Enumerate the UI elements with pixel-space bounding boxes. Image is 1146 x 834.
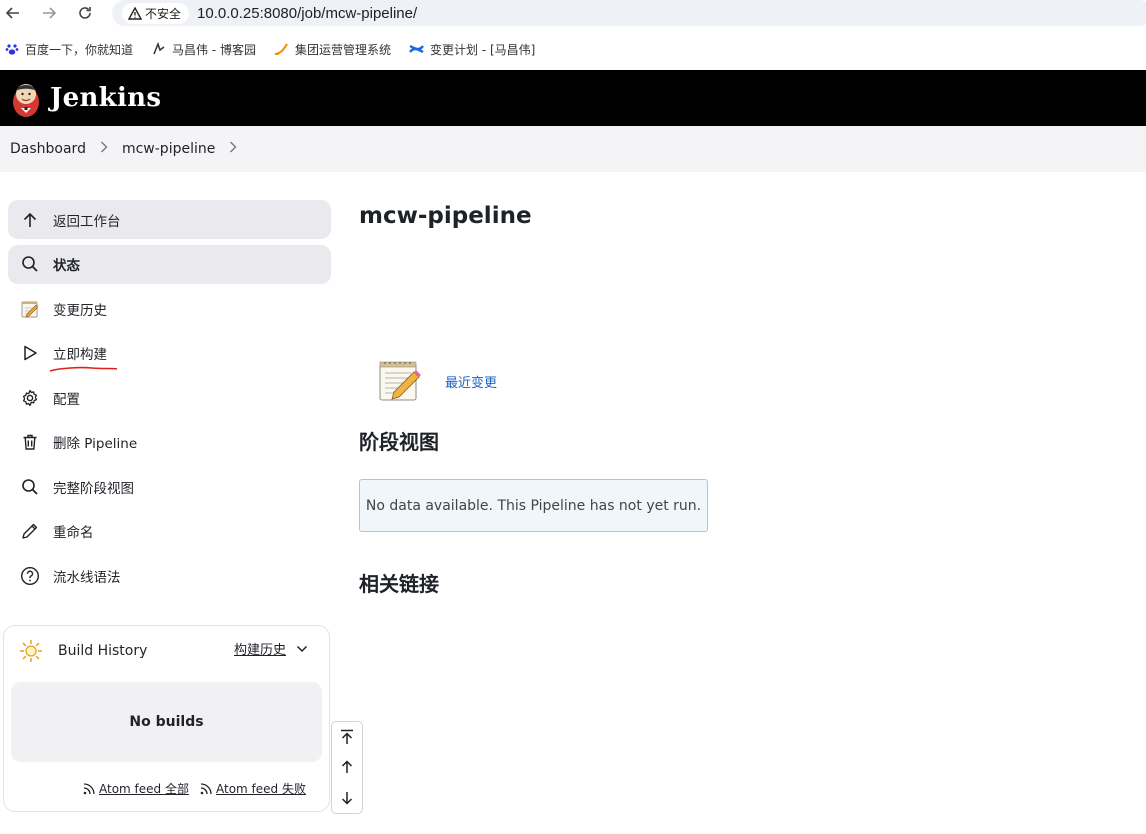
bookmark-change-plan[interactable]: 变更计划 - [马昌伟] bbox=[409, 41, 535, 58]
task-label: 配置 bbox=[53, 391, 80, 408]
arrow-up-icon bbox=[20, 210, 40, 230]
task-rename[interactable]: 重命名 bbox=[8, 512, 331, 551]
breadcrumb: Dashboard mcw-pipeline bbox=[0, 126, 1146, 172]
confluence-icon bbox=[409, 42, 424, 57]
back-arrow-icon[interactable] bbox=[2, 2, 24, 24]
build-history-header: Build History bbox=[18, 638, 147, 664]
reload-icon[interactable] bbox=[74, 2, 96, 24]
task-label: 返回工作台 bbox=[53, 213, 121, 230]
recent-changes: 最近变更 bbox=[377, 358, 497, 404]
page-title: mcw-pipeline bbox=[359, 203, 532, 229]
task-label: 立即构建 bbox=[53, 347, 107, 363]
red-underline-annotation bbox=[49, 366, 118, 372]
jenkins-header: Jenkins bbox=[0, 70, 1146, 126]
security-label: 不安全 bbox=[145, 6, 182, 21]
cnblogs-icon bbox=[151, 42, 166, 57]
swoosh-icon bbox=[274, 42, 289, 57]
atom-feed-failed-link[interactable]: Atom feed 失败 bbox=[199, 780, 306, 797]
trash-icon bbox=[20, 432, 40, 452]
task-label: 删除 Pipeline bbox=[53, 436, 138, 452]
sun-icon bbox=[20, 640, 42, 662]
atom-feeds: Atom feed 全部 Atom feed 失败 bbox=[82, 780, 306, 797]
bookmark-label: 集团运营管理系统 bbox=[294, 42, 391, 57]
recent-changes-link[interactable]: 最近变更 bbox=[445, 372, 497, 391]
rss-icon bbox=[83, 782, 95, 794]
task-label: 完整阶段视图 bbox=[53, 480, 134, 497]
search-icon bbox=[20, 254, 40, 274]
address-bar[interactable]: 不安全 10.0.0.25:8080/job/mcw-pipeline/ bbox=[112, 0, 1146, 26]
task-label: 状态 bbox=[53, 258, 80, 274]
build-history-title: Build History bbox=[58, 643, 148, 659]
bookmark-label: 变更计划 - [马昌伟] bbox=[430, 42, 536, 57]
bookmark-label: 百度一下，你就知道 bbox=[25, 42, 134, 57]
build-trend-label[interactable]: 构建历史 bbox=[234, 639, 286, 658]
bookmark-label: 马昌伟 - 博客园 bbox=[172, 42, 256, 57]
breadcrumb-job[interactable]: mcw-pipeline bbox=[122, 141, 215, 157]
side-panel-tasks: 返回工作台 状态 变更历史 立即构建 配置 删除 Pipeline 完整阶段视图… bbox=[8, 200, 331, 601]
help-icon bbox=[20, 566, 40, 586]
rss-icon bbox=[200, 782, 212, 794]
baidu-paw-icon bbox=[4, 42, 19, 57]
task-pipeline-syntax[interactable]: 流水线语法 bbox=[8, 556, 331, 595]
task-back-to-dashboard[interactable]: 返回工作台 bbox=[8, 200, 331, 239]
pencil-icon bbox=[20, 521, 40, 541]
breadcrumb-dashboard[interactable]: Dashboard bbox=[10, 141, 86, 157]
warning-icon bbox=[128, 6, 142, 20]
search-icon bbox=[20, 477, 40, 497]
scroll-controls bbox=[331, 721, 363, 814]
forward-arrow-icon[interactable] bbox=[38, 2, 60, 24]
bookmark-cnblogs[interactable]: 马昌伟 - 博客园 bbox=[151, 41, 256, 58]
play-icon bbox=[20, 343, 40, 363]
related-links-heading: 相关链接 bbox=[359, 572, 439, 596]
chevron-down-icon[interactable] bbox=[296, 645, 308, 653]
browser-toolbar: 不安全 10.0.0.25:8080/job/mcw-pipeline/ bbox=[0, 0, 1146, 26]
no-data-alert: No data available. This Pipeline has not… bbox=[359, 479, 708, 532]
atom-feed-all-link[interactable]: Atom feed 全部 bbox=[82, 780, 189, 797]
notepad-icon bbox=[379, 361, 421, 401]
chevron-right-icon[interactable] bbox=[100, 141, 108, 157]
build-history-panel: Build History 构建历史 No builds Atom feed 全… bbox=[3, 625, 330, 812]
url-text: 10.0.0.25:8080/job/mcw-pipeline/ bbox=[197, 4, 418, 22]
stage-view-heading: 阶段视图 bbox=[359, 430, 439, 454]
scroll-up-icon[interactable] bbox=[339, 759, 355, 775]
build-trend-link[interactable]: 构建历史 bbox=[234, 639, 308, 658]
bookmark-ops-system[interactable]: 集团运营管理系统 bbox=[274, 41, 391, 58]
bookmarks-bar: 百度一下，你就知道 马昌伟 - 博客园 集团运营管理系统 变更计划 - [马昌伟… bbox=[0, 36, 1146, 62]
jenkins-butler-logo[interactable] bbox=[10, 78, 42, 118]
atom-feed-failed-label[interactable]: Atom feed 失败 bbox=[216, 780, 306, 797]
bookmark-baidu[interactable]: 百度一下，你就知道 bbox=[4, 41, 133, 58]
task-full-stage-view[interactable]: 完整阶段视图 bbox=[8, 467, 331, 506]
task-label: 变更历史 bbox=[53, 302, 107, 319]
atom-feed-all-label[interactable]: Atom feed 全部 bbox=[99, 780, 189, 797]
task-changes[interactable]: 变更历史 bbox=[8, 289, 331, 328]
task-build-now[interactable]: 立即构建 bbox=[8, 334, 331, 373]
task-configure[interactable]: 配置 bbox=[8, 378, 331, 417]
task-delete-pipeline[interactable]: 删除 Pipeline bbox=[8, 423, 331, 462]
notepad-icon bbox=[20, 299, 40, 319]
no-builds-message: No builds bbox=[11, 682, 322, 762]
gear-icon bbox=[20, 388, 40, 408]
task-label: 流水线语法 bbox=[53, 569, 121, 586]
chevron-right-icon[interactable] bbox=[229, 141, 237, 157]
scroll-down-icon[interactable] bbox=[339, 790, 355, 806]
app-title[interactable]: Jenkins bbox=[50, 83, 161, 113]
task-status[interactable]: 状态 bbox=[8, 244, 331, 284]
task-label: 重命名 bbox=[53, 525, 94, 541]
scroll-to-top-icon[interactable] bbox=[339, 729, 355, 745]
security-chip[interactable]: 不安全 bbox=[122, 2, 190, 24]
